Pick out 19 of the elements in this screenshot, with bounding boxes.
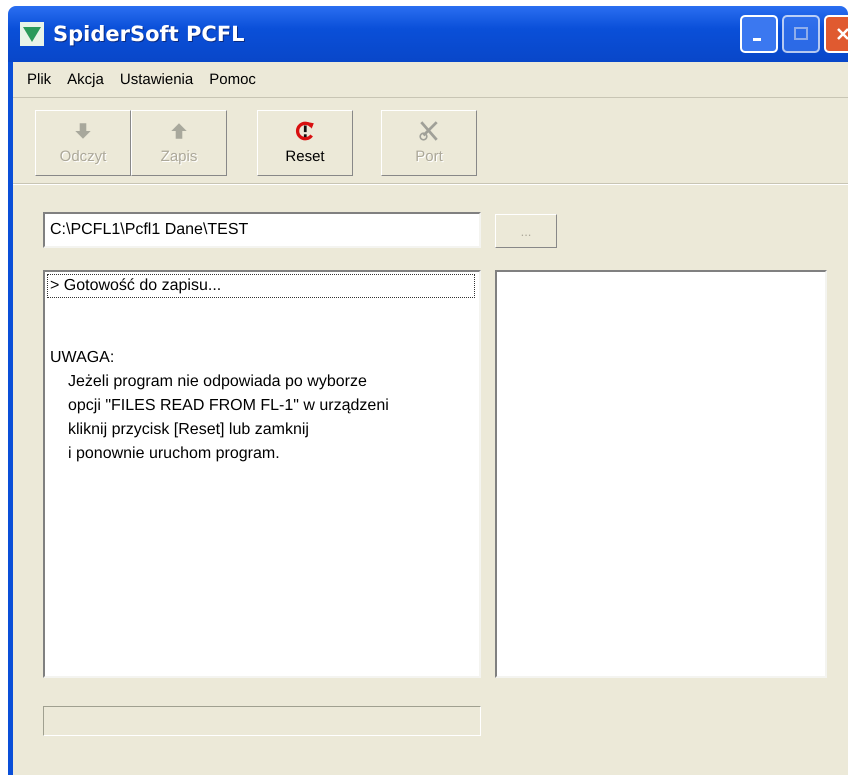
maximize-button[interactable] bbox=[782, 15, 820, 53]
toolbar-button[interactable]: Reset bbox=[257, 110, 353, 176]
menu-item[interactable]: Ustawienia bbox=[114, 71, 204, 88]
minimize-button[interactable] bbox=[740, 15, 778, 53]
log-line: kliknij przycisk [Reset] lub zamknij bbox=[67, 420, 310, 440]
log-line: opcji "FILES READ FROM FL-1" w urządzeni bbox=[67, 396, 390, 416]
menu-item[interactable]: Akcja bbox=[61, 71, 114, 88]
minimize-icon bbox=[753, 38, 761, 40]
path-field[interactable]: C:\PCFL1\Pcfl1 Dane\TEST bbox=[43, 212, 481, 248]
log-line: UWAGA: bbox=[49, 348, 116, 368]
tools-icon bbox=[418, 120, 440, 142]
log-line: i ponownie uruchom program. bbox=[67, 444, 281, 464]
menu-item[interactable]: Pomoc bbox=[203, 71, 266, 88]
log-list[interactable]: > Gotowość do zapisu... UWAGA: Jeżeli program nie odpowiada po wyborze opcji "FILES READ FROM FL-1" w urządzeni kliknij przycisk [Reset] lub zamknij i ponownie uruchom program. bbox=[43, 270, 481, 678]
window-title: SpiderSoft PCFL bbox=[53, 22, 245, 46]
menu-item[interactable]: Plik bbox=[21, 71, 62, 88]
triangle-app-icon bbox=[20, 22, 44, 46]
reset-icon bbox=[294, 120, 316, 142]
log-line: Jeżeli program nie odpowiada po wyborze bbox=[67, 372, 368, 392]
